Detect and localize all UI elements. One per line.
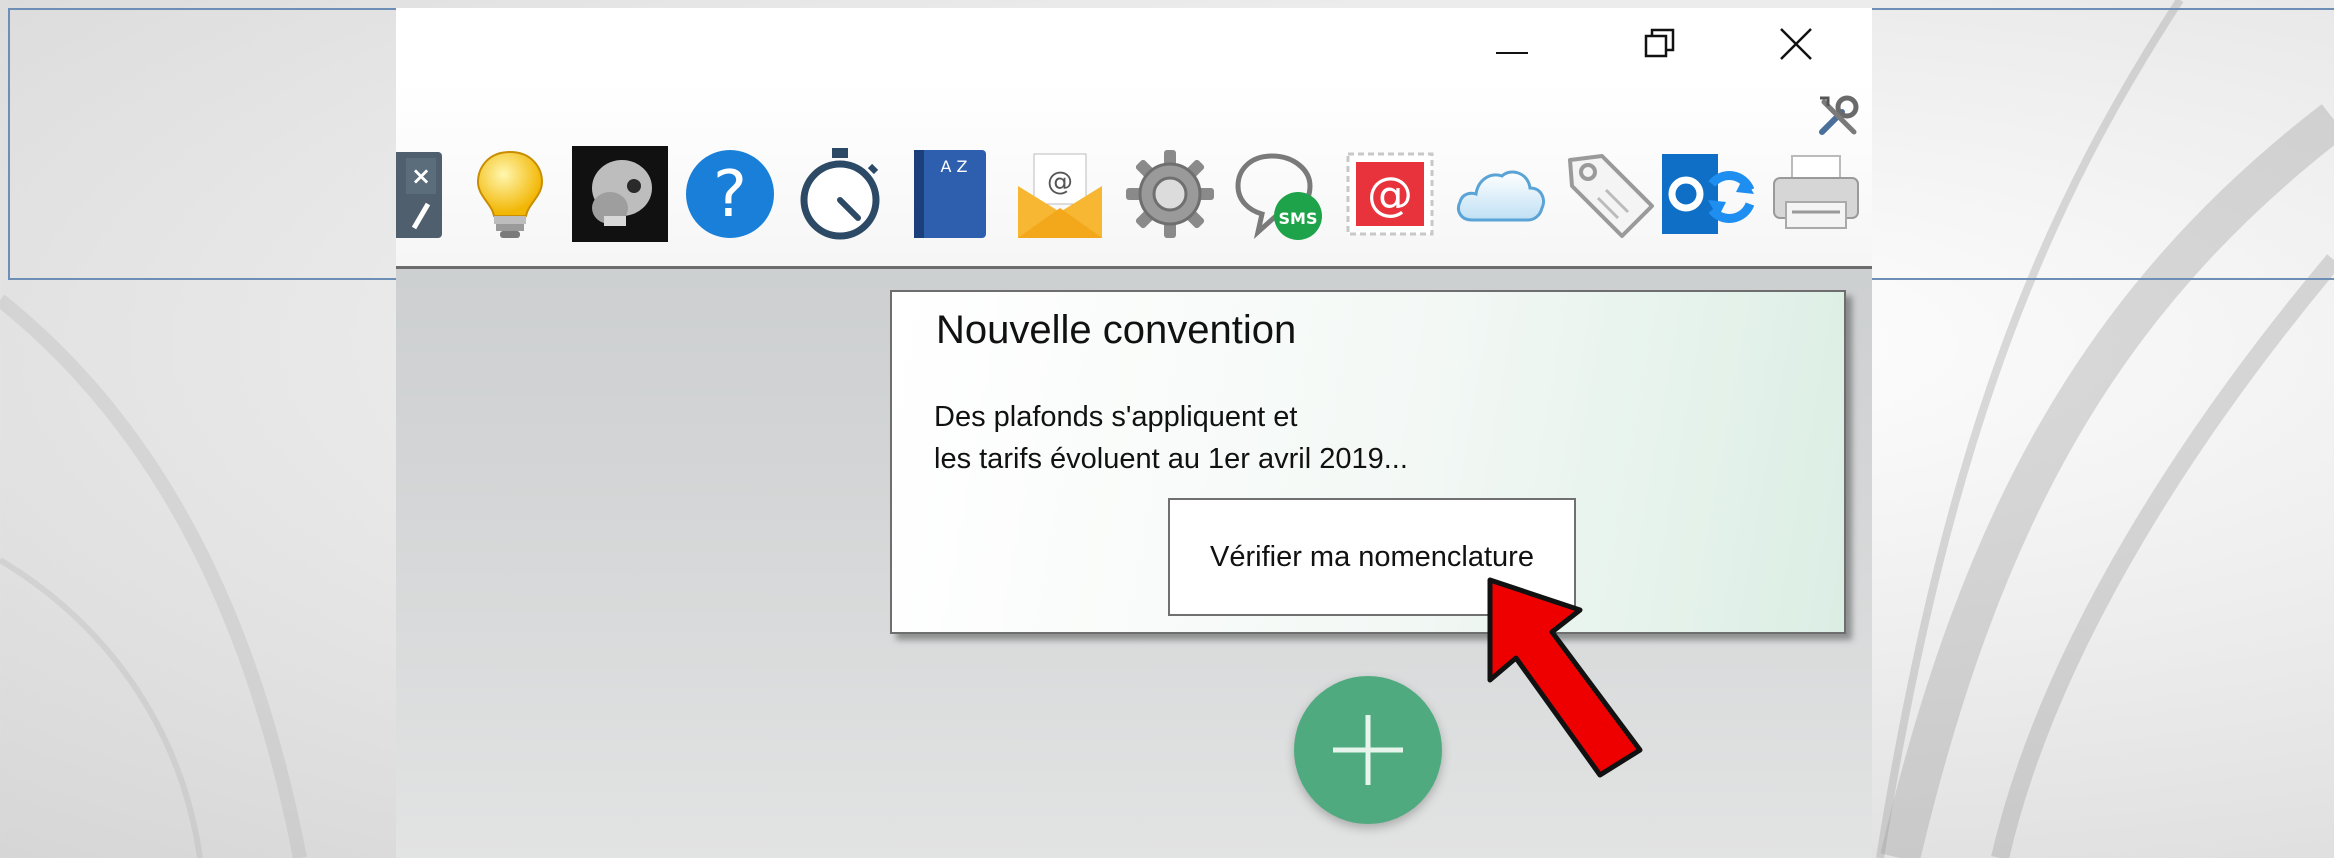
printer-icon [1773, 155, 1859, 229]
calculator-button[interactable]: × [396, 146, 450, 242]
notification-body: Des plafonds s'appliquent et les tarifs … [934, 396, 1408, 480]
minimize-button[interactable] [1462, 8, 1562, 80]
outlook-sync-icon [1662, 154, 1754, 234]
address-book-button[interactable]: A Z [902, 146, 998, 242]
lightbulb-icon [476, 150, 544, 238]
notification-body-line-1: Des plafonds s'appliquent et [934, 401, 1298, 433]
settings-button[interactable] [1122, 146, 1218, 242]
stopwatch-icon [800, 148, 880, 240]
restore-icon [1644, 28, 1675, 58]
email-stamp-button[interactable]: @ [1342, 146, 1438, 242]
tools-button[interactable] [1814, 92, 1862, 140]
notification-body-line-2: les tarifs évoluent au 1er avril 2019... [934, 443, 1408, 475]
svg-text:@: @ [1047, 167, 1073, 197]
settings-gear-icon [1126, 150, 1214, 238]
app-window: × ? A Z @ SMS @ Nouvelle convention Des … [396, 8, 1872, 858]
svg-text:SMS: SMS [1279, 209, 1318, 228]
close-button[interactable] [1746, 8, 1846, 80]
notification-title: Nouvelle convention [936, 308, 1297, 352]
restore-button[interactable] [1610, 8, 1710, 80]
address-book-icon: A Z [914, 150, 986, 238]
help-button[interactable]: ? [682, 146, 778, 242]
toolbar: × ? A Z @ SMS @ [396, 80, 1872, 269]
svg-text:?: ? [713, 158, 747, 232]
help-icon: ? [686, 150, 774, 238]
mail-button[interactable]: @ [1012, 146, 1108, 242]
price-tag-icon [1568, 154, 1654, 238]
email-stamp-icon: @ [1346, 152, 1434, 236]
title-bar [396, 8, 1872, 80]
cloud-icon [1457, 170, 1545, 222]
timer-button[interactable] [792, 146, 888, 242]
tools-icon [1819, 95, 1859, 135]
xray-button[interactable] [572, 146, 668, 242]
idea-button[interactable] [462, 146, 558, 242]
add-button[interactable] [1294, 676, 1442, 824]
plus-icon [1333, 715, 1403, 785]
calculator-icon: × [396, 152, 442, 238]
sms-button[interactable]: SMS [1232, 146, 1328, 242]
xray-skull-icon [572, 146, 668, 242]
cloud-button[interactable] [1452, 146, 1548, 242]
email-envelope-icon: @ [1018, 153, 1102, 238]
minimize-icon [1496, 52, 1528, 54]
sms-icon: SMS [1235, 153, 1322, 240]
tag-button[interactable] [1562, 146, 1658, 242]
svg-text:@: @ [1367, 167, 1413, 221]
print-button[interactable] [1768, 146, 1864, 242]
svg-text:A Z: A Z [941, 157, 968, 176]
close-icon [1780, 28, 1812, 60]
notification-popup: Nouvelle convention Des plafonds s'appli… [890, 290, 1846, 634]
outlook-sync-button[interactable] [1658, 146, 1754, 242]
svg-text:×: × [411, 162, 431, 190]
red-arrow-icon [1487, 577, 1643, 778]
